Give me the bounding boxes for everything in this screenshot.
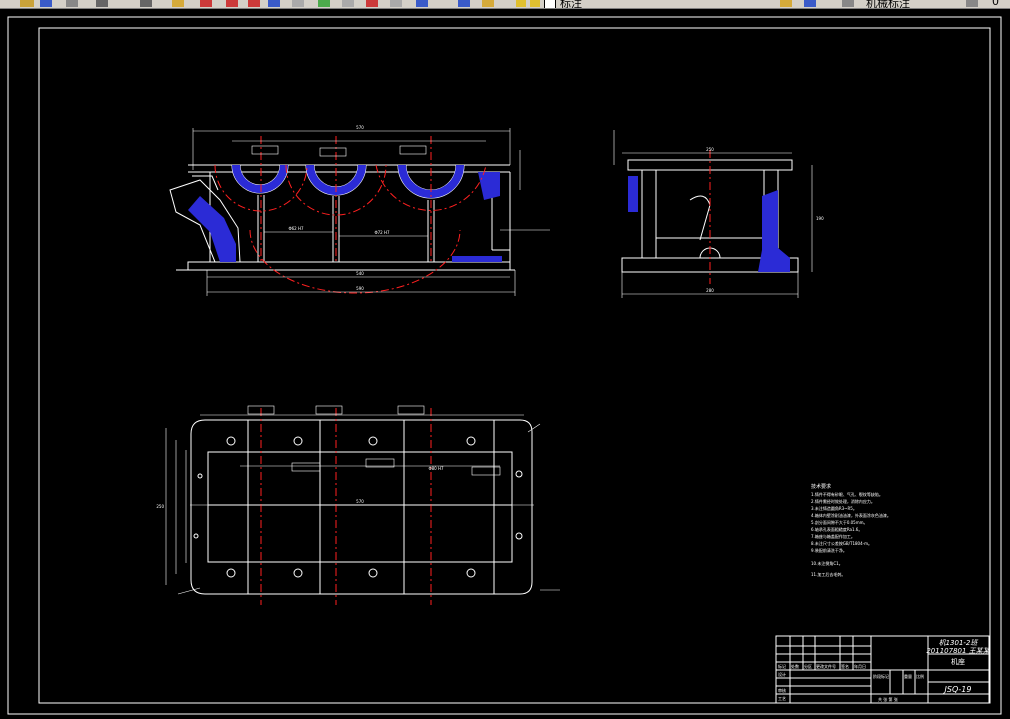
style-icon[interactable] (780, 0, 792, 7)
sun-icon[interactable] (530, 0, 540, 7)
title-label-audit: 审核 (778, 687, 786, 693)
dimension-style-dropdown[interactable]: 机械标注 (866, 0, 910, 8)
dimstyle-icon[interactable] (804, 0, 816, 7)
title-label-stage: 阶段标记 (873, 673, 889, 679)
tech-requirements-heading: 技术要求 (811, 483, 831, 490)
top-length-dim: 570 (356, 499, 364, 504)
tech-requirement-line: 4.箱体内壁涂耐油油漆，外表面涂灰色油漆。 (811, 512, 891, 518)
zoom-window-icon[interactable] (226, 0, 238, 7)
redo-icon[interactable] (140, 0, 152, 7)
sheet-set-icon[interactable] (342, 0, 354, 7)
title-label-sign: 签名 (841, 663, 849, 669)
title-label-date: 年月日 (854, 663, 866, 669)
help-icon[interactable] (416, 0, 428, 7)
undo-icon[interactable] (96, 0, 108, 7)
tech-requirement-line: 8.未注尺寸公差按GB/T1804-m。 (811, 540, 872, 546)
markup-icon[interactable] (366, 0, 378, 7)
tech-requirement-line: 7.箱座与箱盖配作加工。 (811, 533, 855, 539)
title-label-scale: 比例 (916, 673, 924, 679)
open-icon[interactable] (20, 0, 34, 7)
front-base-dim: 540 (356, 271, 364, 276)
drawing-canvas[interactable]: 570 540 590 Φ62 H7 Φ72 H7 250 280 190 57… (0, 9, 1010, 719)
tech-requirement-line: 3.未注铸造圆角R3~R5。 (811, 505, 857, 511)
text-icon[interactable] (292, 0, 304, 7)
lightbulb-icon[interactable] (516, 0, 526, 7)
drawing-number: JSQ-19 (943, 685, 972, 694)
calculator-icon[interactable] (390, 0, 402, 7)
title-label-design: 设计 (778, 671, 786, 677)
tech-requirement-line: 6.轴承孔表面粗糙度Ra1.6。 (811, 526, 862, 532)
side-height-dim: 190 (816, 216, 824, 221)
title-label-sheets: 共 张 第 张 (878, 696, 898, 702)
right-value[interactable]: 0 (992, 0, 999, 8)
school-line-2: 201107801 王某某 (926, 647, 990, 655)
layer-state-icon[interactable] (482, 0, 494, 7)
cad-toolbar: 标注 机械标注 0 (0, 0, 1010, 9)
tech-requirement-line: 11.加工后去毛刺。 (811, 571, 845, 577)
title-label-zone: 分区 (804, 663, 812, 669)
front-total-dim: 570 (356, 125, 364, 130)
layer-dropdown[interactable]: 标注 (560, 0, 582, 8)
save-icon[interactable] (40, 0, 52, 7)
top-width-dim: 250 (156, 504, 164, 509)
side-base-dim: 280 (706, 288, 714, 293)
side-width-dim: 250 (706, 147, 714, 152)
table-style-icon[interactable] (842, 0, 854, 7)
school-line-1: 机1301-2班 (939, 639, 979, 647)
title-label-change-no: 更改文件号 (816, 663, 836, 669)
title-label-count: 处数 (791, 663, 799, 669)
tech-requirement-line: 2.铸件需经时效处理，消除内应力。 (811, 498, 875, 504)
zoom-icon[interactable] (200, 0, 212, 7)
mleader-icon[interactable] (966, 0, 978, 7)
tech-requirement-line: 9.装配前清洗干净。 (811, 547, 847, 553)
title-label-mark: 标记 (778, 663, 786, 669)
title-label-process: 工艺 (778, 696, 786, 701)
tech-requirement-line: 1.铸件不得有砂眼、气孔、裂纹等缺陷。 (811, 491, 883, 497)
tech-requirement-line: 5.剖分面间隙不大于0.05mm。 (811, 519, 868, 525)
layer-icon[interactable] (458, 0, 470, 7)
part-name: 机座 (951, 657, 965, 666)
front-base2-dim: 590 (356, 286, 364, 291)
title-label-weight: 重量 (904, 673, 912, 679)
properties-icon[interactable] (268, 0, 280, 7)
pan-icon[interactable] (172, 0, 184, 7)
zoom-previous-icon[interactable] (248, 0, 260, 7)
print-icon[interactable] (66, 0, 78, 7)
tech-requirement-line: 10.未注倒角C1。 (811, 560, 843, 566)
bore-dim-2: Φ72 H7 (374, 230, 390, 235)
bore-dim-1: Φ62 H7 (288, 226, 304, 231)
tool-palette-icon[interactable] (318, 0, 330, 7)
top-bore-dim-3: Φ80 H7 (428, 466, 444, 471)
color-swatch-icon[interactable] (544, 0, 556, 8)
